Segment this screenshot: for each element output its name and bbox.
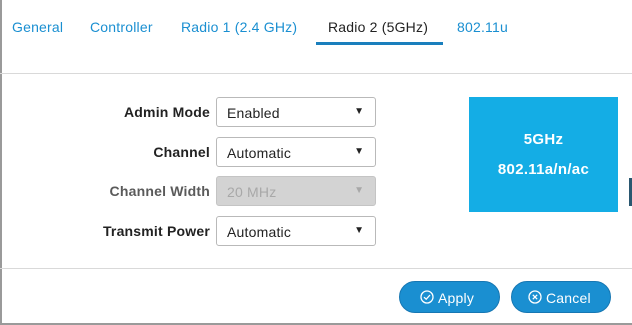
transmit-power-label: Transmit Power [102, 223, 210, 239]
chevron-down-icon: ▼ [354, 225, 364, 236]
admin-mode-label: Admin Mode [124, 104, 210, 120]
tab-radio-2[interactable]: Radio 2 (5GHz) [328, 19, 428, 35]
check-circle-icon [420, 290, 434, 304]
channel-select[interactable]: Automatic ▼ [216, 137, 376, 167]
channel-width-value: 20 MHz [227, 184, 277, 200]
x-circle-icon [528, 290, 542, 304]
header-divider [0, 73, 632, 74]
radio-settings-dialog: General Controller Radio 1 (2.4 GHz) Rad… [0, 0, 632, 325]
channel-width-label: Channel Width [109, 183, 210, 199]
tab-bar: General Controller Radio 1 (2.4 GHz) Rad… [0, 0, 632, 45]
channel-width-select: 20 MHz ▼ [216, 176, 376, 206]
chevron-down-icon: ▼ [354, 185, 364, 196]
dialog-left-border [0, 0, 2, 325]
footer-divider [0, 268, 632, 269]
transmit-power-select[interactable]: Automatic ▼ [216, 216, 376, 246]
radio-band-badge: 5GHz 802.11a/n/ac [469, 97, 618, 212]
apply-label: Apply [438, 290, 475, 306]
badge-band: 5GHz [523, 131, 564, 148]
admin-mode-value: Enabled [227, 105, 280, 121]
admin-mode-select[interactable]: Enabled ▼ [216, 97, 376, 127]
channel-value: Automatic [227, 145, 292, 161]
transmit-power-value: Automatic [227, 224, 292, 240]
badge-standard: 802.11a/n/ac [497, 161, 590, 178]
active-tab-indicator [316, 42, 443, 45]
tab-80211u[interactable]: 802.11u [457, 19, 508, 35]
tab-controller[interactable]: Controller [90, 19, 153, 35]
channel-label: Channel [153, 144, 210, 160]
cancel-label: Cancel [546, 290, 591, 306]
cancel-button[interactable]: Cancel [511, 281, 611, 313]
chevron-down-icon: ▼ [354, 106, 364, 117]
apply-button[interactable]: Apply [399, 281, 500, 313]
tab-general[interactable]: General [12, 19, 63, 35]
chevron-down-icon: ▼ [354, 146, 364, 157]
tab-radio-1[interactable]: Radio 1 (2.4 GHz) [181, 19, 297, 35]
